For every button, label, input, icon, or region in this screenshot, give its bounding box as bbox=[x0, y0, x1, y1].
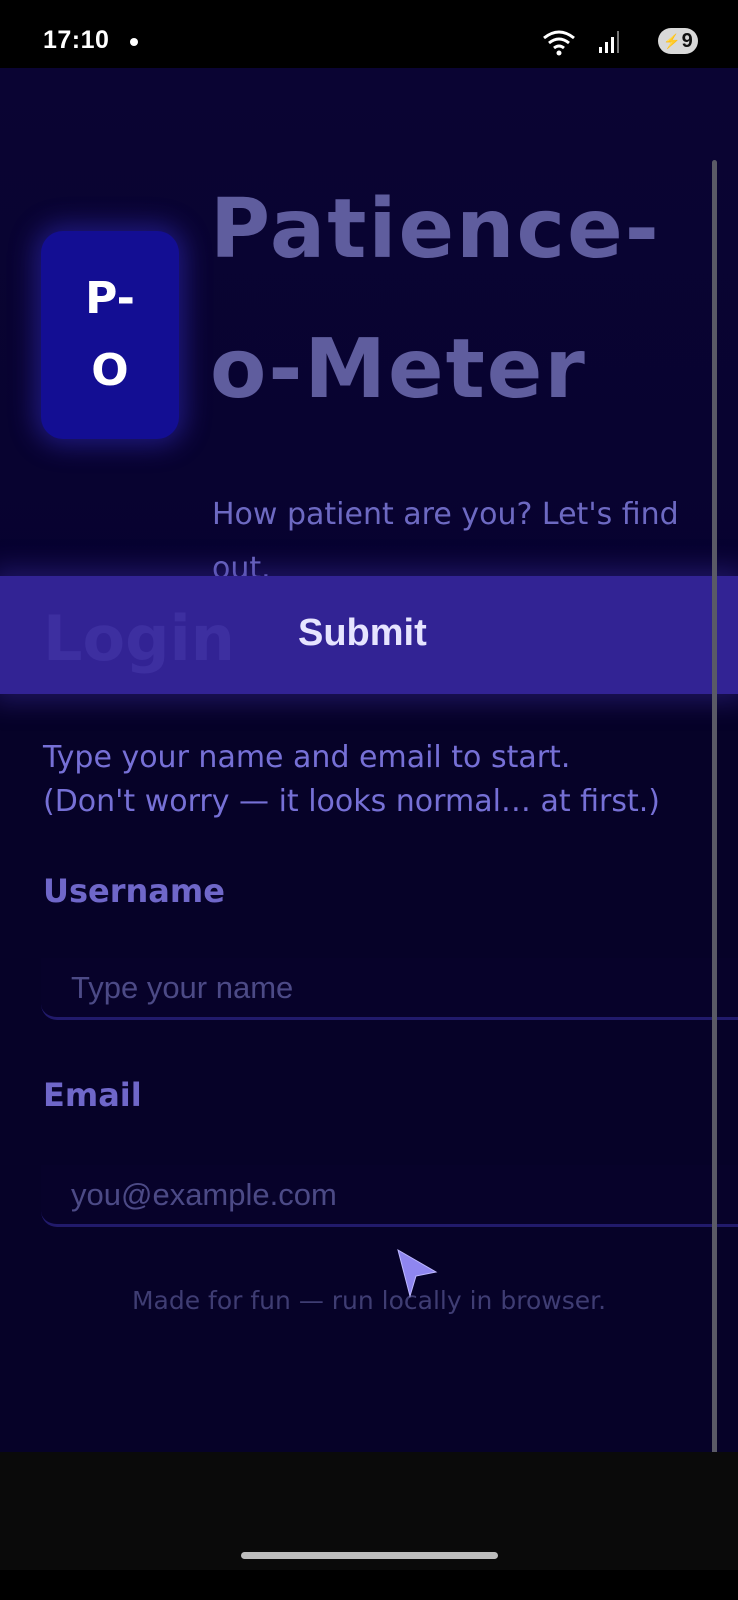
battery-icon: ⚡ 9 bbox=[658, 28, 698, 54]
status-time: 17:10 bbox=[43, 26, 110, 54]
bottom-area bbox=[0, 1452, 738, 1600]
signal-icon bbox=[598, 30, 620, 58]
app-page: P- O Patience- o-Meter How patient are y… bbox=[0, 68, 738, 1452]
intro-line-2: (Don't worry — it looks normal… at first… bbox=[43, 784, 660, 819]
intro-text: Type your name and email to start. (Don'… bbox=[43, 736, 703, 824]
email-label: Email bbox=[43, 1076, 142, 1114]
title-line-2: o-Meter bbox=[210, 322, 587, 417]
intro-line-1: Type your name and email to start. bbox=[43, 740, 571, 775]
navigation-bar bbox=[0, 1570, 738, 1600]
logo-line-1: P- bbox=[85, 273, 135, 324]
app-header: P- O Patience- o-Meter How patient are y… bbox=[0, 68, 738, 586]
logo-badge: P- O bbox=[41, 231, 179, 439]
charging-bolt-icon: ⚡ bbox=[663, 32, 681, 49]
title-line-1: Patience- bbox=[210, 182, 661, 277]
submit-band[interactable]: Login Submit bbox=[0, 576, 738, 694]
scrollbar[interactable] bbox=[712, 160, 717, 1452]
wifi-icon bbox=[542, 28, 576, 60]
page-title: Patience- o-Meter bbox=[210, 160, 710, 440]
notification-dot-icon bbox=[130, 38, 138, 46]
username-input[interactable] bbox=[41, 958, 738, 1020]
status-bar: 17:10 ⚡ 9 bbox=[0, 0, 738, 68]
submit-button[interactable]: Submit bbox=[298, 612, 427, 655]
battery-level: 9 bbox=[681, 29, 693, 52]
home-indicator[interactable] bbox=[241, 1552, 498, 1559]
logo-line-2: O bbox=[91, 345, 129, 396]
pointer-cursor-icon bbox=[396, 1248, 440, 1304]
email-input[interactable] bbox=[41, 1165, 738, 1227]
login-heading: Login bbox=[43, 602, 235, 675]
footer-note: Made for fun — run locally in browser. bbox=[131, 1286, 607, 1315]
username-label: Username bbox=[43, 872, 225, 910]
